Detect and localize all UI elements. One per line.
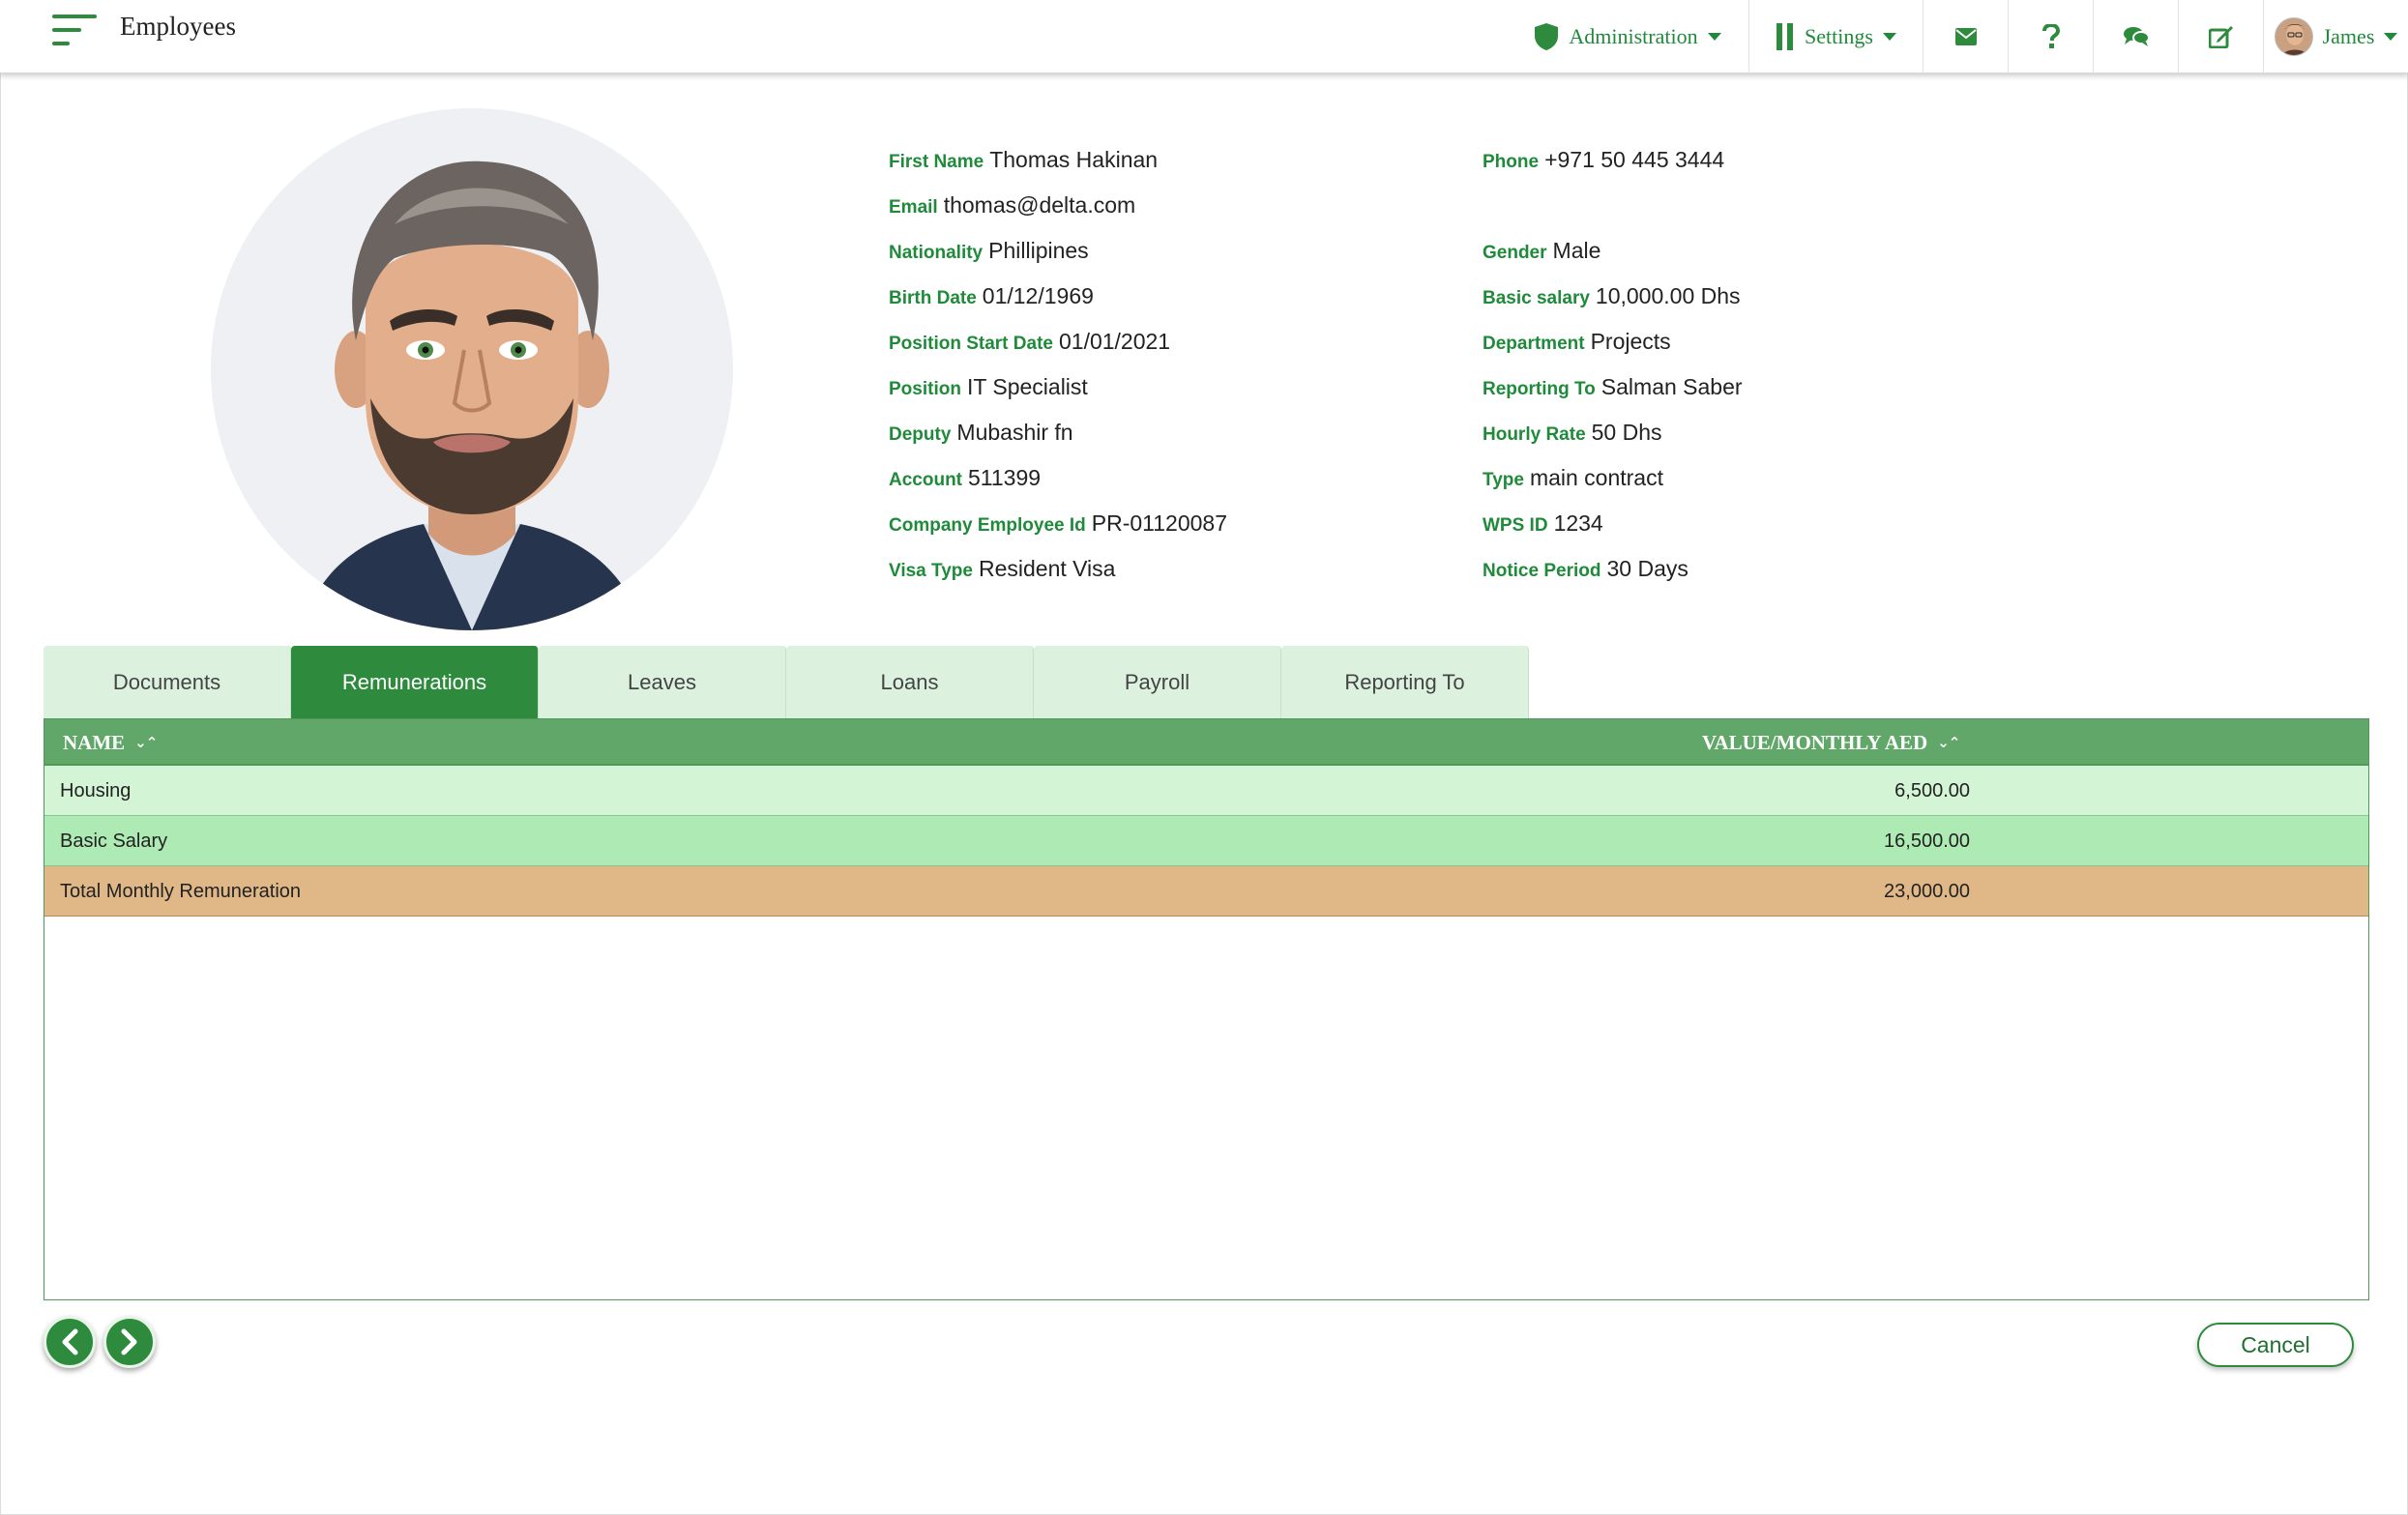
user-menu[interactable]: James (2263, 0, 2408, 73)
field-phone: Phone +971 50 445 3444 (1483, 147, 1725, 172)
administration-label: Administration (1569, 24, 1698, 48)
sort-icon[interactable]: ⌄⌃ (1937, 734, 1960, 751)
field-gender: Gender Male (1483, 238, 1601, 263)
cell-value: 23,000.00 (1884, 880, 1970, 902)
menu-icon[interactable] (50, 14, 99, 46)
tab-payroll[interactable]: Payroll (1034, 646, 1281, 719)
envelope-icon (1954, 28, 1977, 45)
cell-value: 6,500.00 (1894, 779, 1970, 801)
cell-value: 16,500.00 (1884, 830, 1970, 852)
table-total-row: Total Monthly Remuneration 23,000.00 (44, 866, 2368, 917)
user-name: James (2322, 24, 2375, 48)
settings-bars-icon (1777, 23, 1794, 50)
chat-icon (2123, 27, 2150, 46)
settings-label: Settings (1805, 24, 1873, 48)
field-reporting-to: Reporting To Salman Saber (1483, 374, 1743, 399)
tab-documents[interactable]: Documents (44, 646, 291, 719)
chevron-left-icon (62, 1328, 78, 1355)
column-header-value[interactable]: VALUE/MONTHLY AED ⌄⌃ (1702, 719, 1960, 766)
previous-button[interactable] (44, 1316, 96, 1368)
field-first-name: First Name Thomas Hakinan (889, 147, 1159, 172)
employee-photo (211, 108, 733, 630)
field-basic-salary: Basic salary 10,000.00 Dhs (1483, 283, 1741, 308)
field-type: Type main contract (1483, 465, 1663, 490)
chevron-down-icon (2384, 33, 2398, 41)
field-birth-date: Birth Date 01/12/1969 (889, 283, 1094, 308)
field-department: Department Projects (1483, 329, 1671, 354)
field-wps-id: WPS ID 1234 (1483, 510, 1603, 536)
field-hourly-rate: Hourly Rate 50 Dhs (1483, 420, 1662, 445)
remunerations-table: NAME ⌄⌃ VALUE/MONTHLY AED ⌄⌃ Housing 6,5… (44, 718, 2369, 1300)
top-nav: Administration Settings James (1507, 0, 2408, 73)
settings-menu[interactable]: Settings (1748, 0, 1923, 73)
column-value-label: VALUE/MONTHLY AED (1702, 730, 1928, 754)
field-notice-period: Notice Period 30 Days (1483, 556, 1689, 581)
cell-name: Housing (60, 779, 132, 801)
top-bar: Employees Administration Settings James (0, 0, 2408, 73)
detail-tabs: Documents Remunerations Leaves Loans Pay… (44, 646, 1529, 719)
messages-button[interactable] (1923, 0, 2008, 73)
shield-icon (1535, 23, 1559, 50)
avatar (2274, 17, 2313, 56)
sort-icon[interactable]: ⌄⌃ (134, 734, 158, 751)
tab-leaves[interactable]: Leaves (539, 646, 786, 719)
column-name-label: NAME (63, 730, 126, 754)
page-title: Employees (120, 12, 236, 41)
field-visa-type: Visa Type Resident Visa (889, 556, 1116, 581)
chevron-down-icon (1882, 33, 1896, 41)
tab-reporting-to[interactable]: Reporting To (1281, 646, 1529, 719)
cancel-button[interactable]: Cancel (2197, 1323, 2354, 1367)
cell-name: Basic Salary (60, 830, 168, 852)
help-button[interactable] (2008, 0, 2093, 73)
chevron-right-icon (121, 1328, 137, 1355)
field-nationality: Nationality Phillipines (889, 238, 1089, 263)
administration-menu[interactable]: Administration (1507, 0, 1748, 73)
table-row[interactable]: Housing 6,500.00 (44, 766, 2368, 816)
field-email: Email thomas@delta.com (889, 192, 1136, 218)
field-position-start-date: Position Start Date 01/01/2021 (889, 329, 1171, 354)
column-header-name[interactable]: NAME ⌄⌃ (63, 719, 158, 766)
edit-button[interactable] (2178, 0, 2263, 73)
field-company-employee-id: Company Employee Id PR-01120087 (889, 510, 1228, 536)
table-header: NAME ⌄⌃ VALUE/MONTHLY AED ⌄⌃ (44, 719, 2368, 766)
next-button[interactable] (103, 1316, 156, 1368)
chat-button[interactable] (2093, 0, 2178, 73)
edit-icon (2208, 26, 2233, 48)
question-icon (2041, 24, 2060, 48)
field-deputy: Deputy Mubashir fn (889, 420, 1073, 445)
field-account: Account 511399 (889, 465, 1042, 490)
cell-name: Total Monthly Remuneration (60, 880, 302, 902)
field-position: Position IT Specialist (889, 374, 1088, 399)
chevron-down-icon (1707, 33, 1721, 41)
table-row[interactable]: Basic Salary 16,500.00 (44, 816, 2368, 866)
tab-loans[interactable]: Loans (786, 646, 1034, 719)
tab-remunerations[interactable]: Remunerations (291, 646, 539, 719)
